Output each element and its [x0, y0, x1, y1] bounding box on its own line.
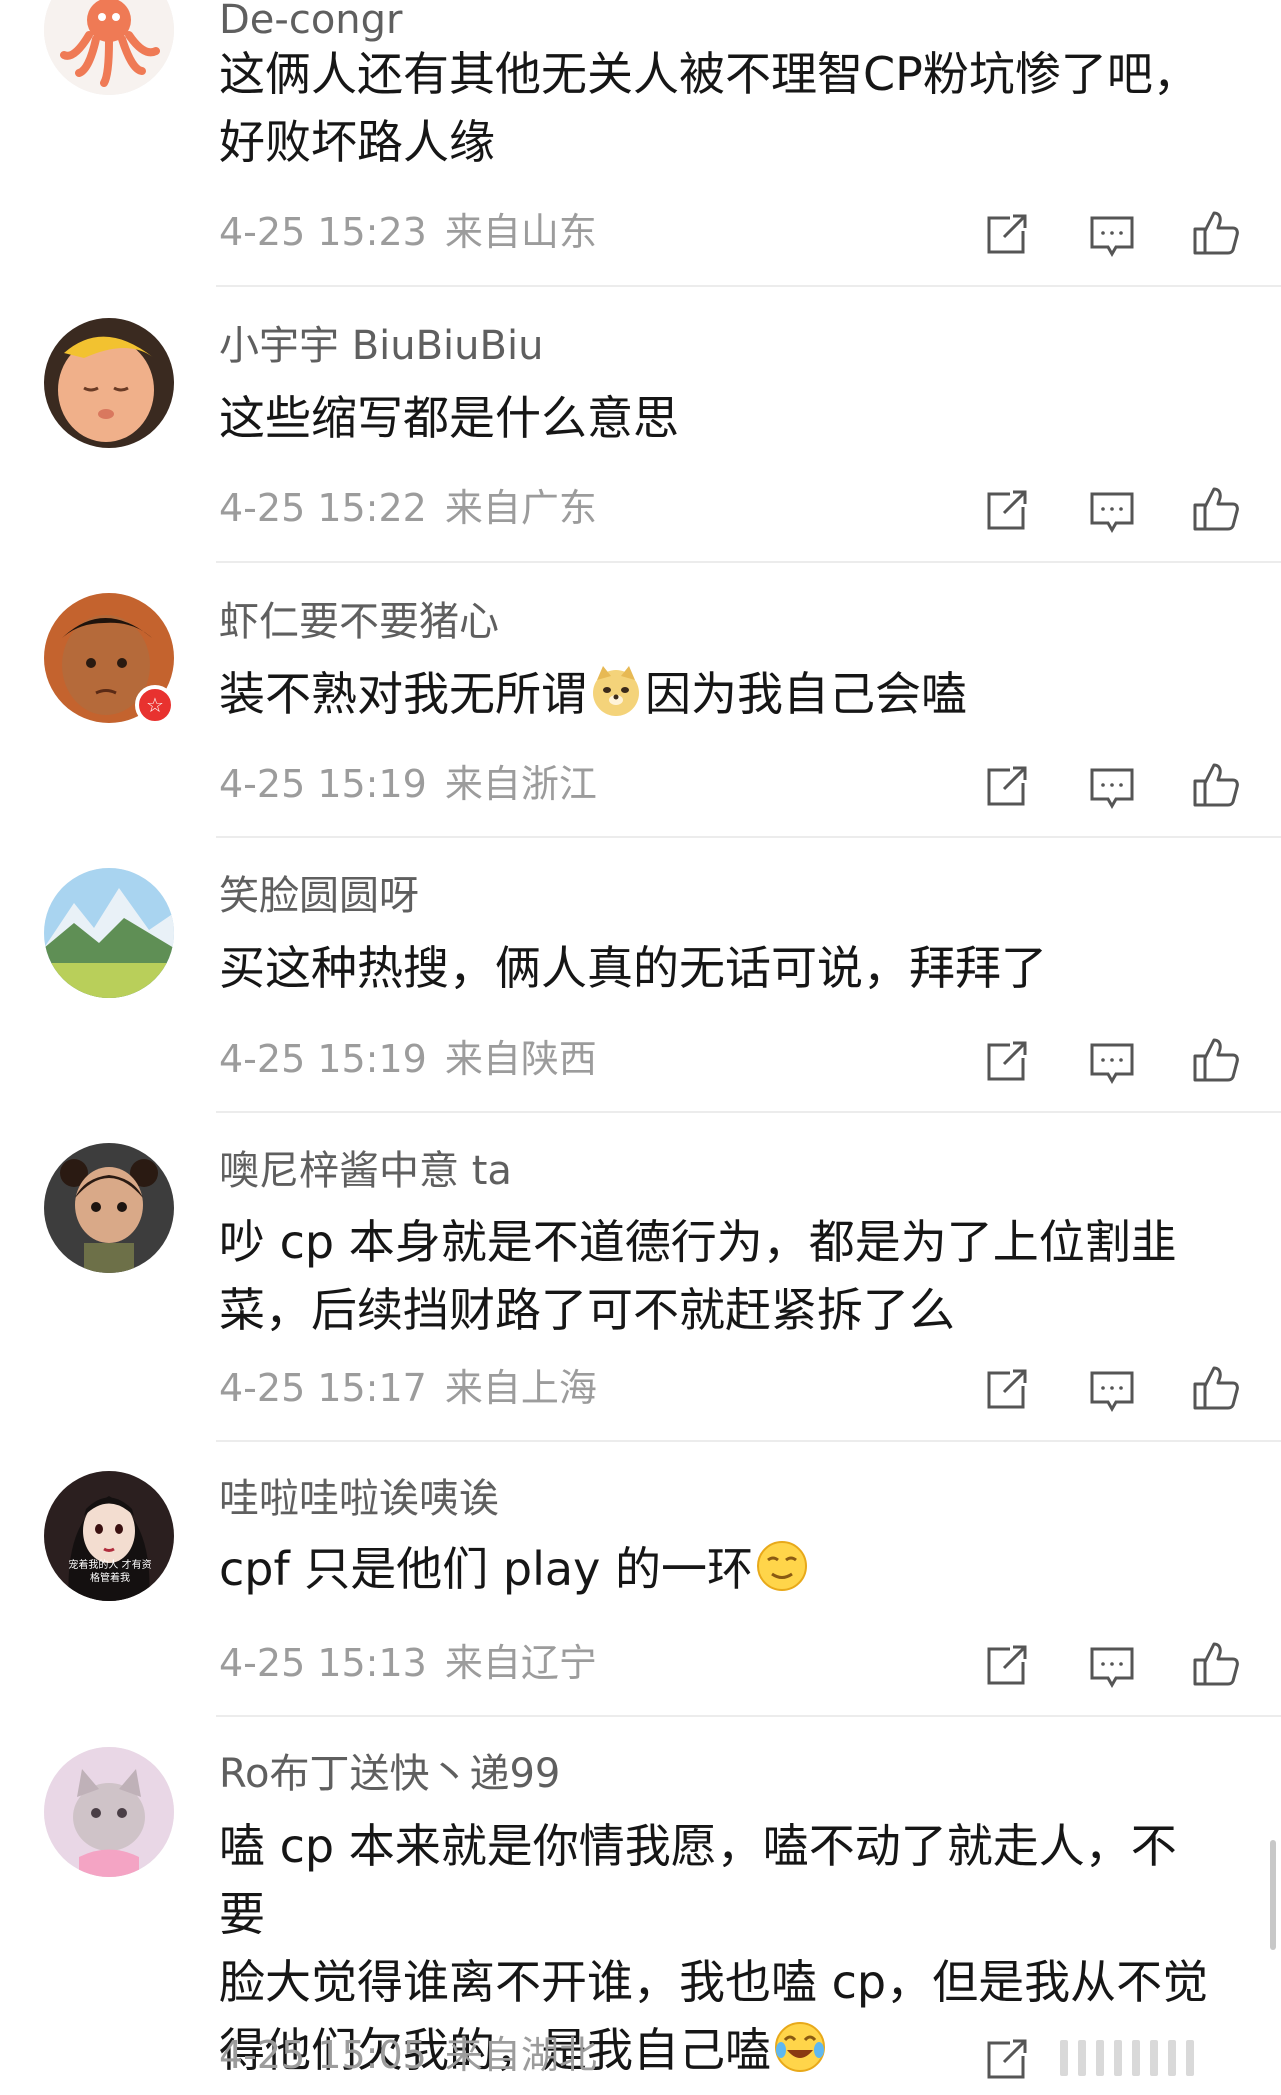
- comment-meta: 4-25 15:17 来自上海: [219, 1365, 597, 1411]
- comment-icon[interactable]: [1086, 1640, 1138, 1692]
- thumbs-up-icon[interactable]: [1190, 1362, 1242, 1414]
- comment-icon[interactable]: [1086, 1364, 1138, 1416]
- comment-time: 4-25 15:05: [219, 2033, 427, 2077]
- comment-meta: 4-25 15:19 来自陕西: [219, 1036, 597, 1082]
- comment-meta: 4-25 15:13 来自辽宁: [219, 1640, 597, 1686]
- username[interactable]: 虾仁要不要猪心: [219, 598, 499, 646]
- divider: [216, 836, 1281, 838]
- smirk-emoji: [756, 1541, 807, 1591]
- share-icon[interactable]: [980, 485, 1032, 537]
- username[interactable]: 小宇宇 BiuBiuBiu: [219, 322, 543, 370]
- avatar[interactable]: [44, 0, 174, 95]
- comment-time: 4-25 15:22: [219, 486, 427, 530]
- comment-icon[interactable]: [1086, 1036, 1138, 1088]
- system-overlay-bars: [1060, 2040, 1260, 2080]
- comment-meta: 4-25 15:23 来自山东: [219, 209, 597, 255]
- thumbs-up-icon[interactable]: [1190, 207, 1242, 259]
- comment-text: 这俩人还有其他无关人被不理智CP粉坑惨了吧， 好败坏路人缘: [219, 40, 1219, 176]
- avatar[interactable]: [44, 1143, 174, 1273]
- comment-text-line: 装不熟对我无所谓 因为我自己会嗑: [219, 660, 1219, 728]
- landscape-avatar-image: [44, 868, 174, 998]
- comment-text-segment: cpf 只是他们 play 的一环: [219, 1542, 753, 1596]
- comment-location: 来自辽宁: [444, 1641, 597, 1685]
- comment-text-line: 吵 cp 本身就是不道德行为，都是为了上位割韭: [219, 1215, 1177, 1269]
- comment-text: cpf 只是他们 play 的一环: [219, 1535, 1219, 1603]
- comment-location: 来自上海: [444, 1366, 597, 1410]
- doge-emoji: [593, 666, 639, 716]
- share-icon[interactable]: [980, 2034, 1032, 2086]
- comment-location: 来自浙江: [444, 762, 597, 806]
- comment-text-line: 好败坏路人缘: [219, 115, 495, 169]
- comment-text-line: 嗑 cp 本来就是你情我愿，嗑不动了就走人，不要: [219, 1819, 1177, 1941]
- comment-text: 吵 cp 本身就是不道德行为，都是为了上位割韭 菜，后续挡财路了可不就赶紧拆了么: [219, 1208, 1219, 1344]
- comment-location: 来自湖北: [444, 2033, 597, 2077]
- comment-text-line: 脸大觉得谁离不开谁，我也嗑 cp，但是我从不觉: [219, 1955, 1209, 2009]
- comment-icon[interactable]: [1086, 209, 1138, 261]
- avatar[interactable]: [44, 868, 174, 998]
- comment-text: 这些缩写都是什么意思: [219, 384, 1219, 452]
- username[interactable]: 笑脸圆圆呀: [219, 872, 419, 920]
- comment-text: 买这种热搜，俩人真的无话可说，拜拜了: [219, 934, 1219, 1002]
- username[interactable]: De-congr: [219, 0, 403, 44]
- comment-location: 来自山东: [444, 210, 597, 254]
- divider: [216, 1111, 1281, 1113]
- comment-text-line: cpf 只是他们 play 的一环: [219, 1535, 1219, 1603]
- comment-text-segment: 因为我自己会嗑: [645, 667, 967, 721]
- avatar-caption: 宠着我的人 才有资格管着我: [68, 1560, 152, 1584]
- baby-avatar-image: [44, 318, 174, 448]
- avatar[interactable]: [44, 318, 174, 448]
- comment-time: 4-25 15:19: [219, 1037, 427, 1081]
- comment-text-line: 这些缩写都是什么意思: [219, 391, 679, 445]
- username[interactable]: Ro布丁送快丶递99: [219, 1750, 560, 1798]
- thumbs-up-icon[interactable]: [1190, 1638, 1242, 1690]
- comment-time: 4-25 15:23: [219, 210, 427, 254]
- comment-meta: 4-25 15:05 来自湖北: [219, 2032, 597, 2078]
- divider: [216, 285, 1281, 287]
- username[interactable]: 哇啦哇啦诶咦诶: [219, 1475, 499, 1523]
- comment-time: 4-25 15:13: [219, 1641, 427, 1685]
- share-icon[interactable]: [980, 209, 1032, 261]
- divider: [216, 1715, 1281, 1717]
- share-icon[interactable]: [980, 761, 1032, 813]
- comment-meta: 4-25 15:19 来自浙江: [219, 761, 597, 807]
- scrollbar[interactable]: [1270, 1840, 1276, 1950]
- divider: [216, 561, 1281, 563]
- comment-location: 来自陕西: [444, 1037, 597, 1081]
- comment-time: 4-25 15:19: [219, 762, 427, 806]
- username[interactable]: 噢尼梓酱中意 ta: [219, 1147, 512, 1195]
- comment-time: 4-25 15:17: [219, 1366, 427, 1410]
- comment-icon[interactable]: [1086, 485, 1138, 537]
- comment-text: 装不熟对我无所谓 因为我自己会嗑: [219, 660, 1219, 728]
- share-icon[interactable]: [980, 1364, 1032, 1416]
- avatar[interactable]: 宠着我的人 才有资格管着我: [44, 1471, 174, 1601]
- comment-location: 来自广东: [444, 486, 597, 530]
- avatar[interactable]: [44, 1747, 174, 1877]
- thumbs-up-icon[interactable]: [1190, 759, 1242, 811]
- comment-text-line: 菜，后续挡财路了可不就赶紧拆了么: [219, 1283, 955, 1337]
- comment-icon[interactable]: [1086, 761, 1138, 813]
- comment-meta: 4-25 15:22 来自广东: [219, 485, 597, 531]
- octopus-avatar-image: [44, 0, 174, 95]
- divider: [216, 1440, 1281, 1442]
- laugh-cry-emoji: [775, 2022, 825, 2072]
- share-icon[interactable]: [980, 1036, 1032, 1088]
- comment-text-segment: 装不熟对我无所谓: [219, 667, 587, 721]
- doll-avatar-image: [44, 1143, 174, 1273]
- verified-badge-icon: ☆: [135, 685, 175, 725]
- thumbs-up-icon[interactable]: [1190, 483, 1242, 535]
- thumbs-up-icon[interactable]: [1190, 1034, 1242, 1086]
- cat-avatar-image: [44, 1747, 174, 1877]
- comment-text-line: 买这种热搜，俩人真的无话可说，拜拜了: [219, 941, 1047, 995]
- comment-text-line: 这俩人还有其他无关人被不理智CP粉坑惨了吧，: [219, 47, 1199, 101]
- share-icon[interactable]: [980, 1640, 1032, 1692]
